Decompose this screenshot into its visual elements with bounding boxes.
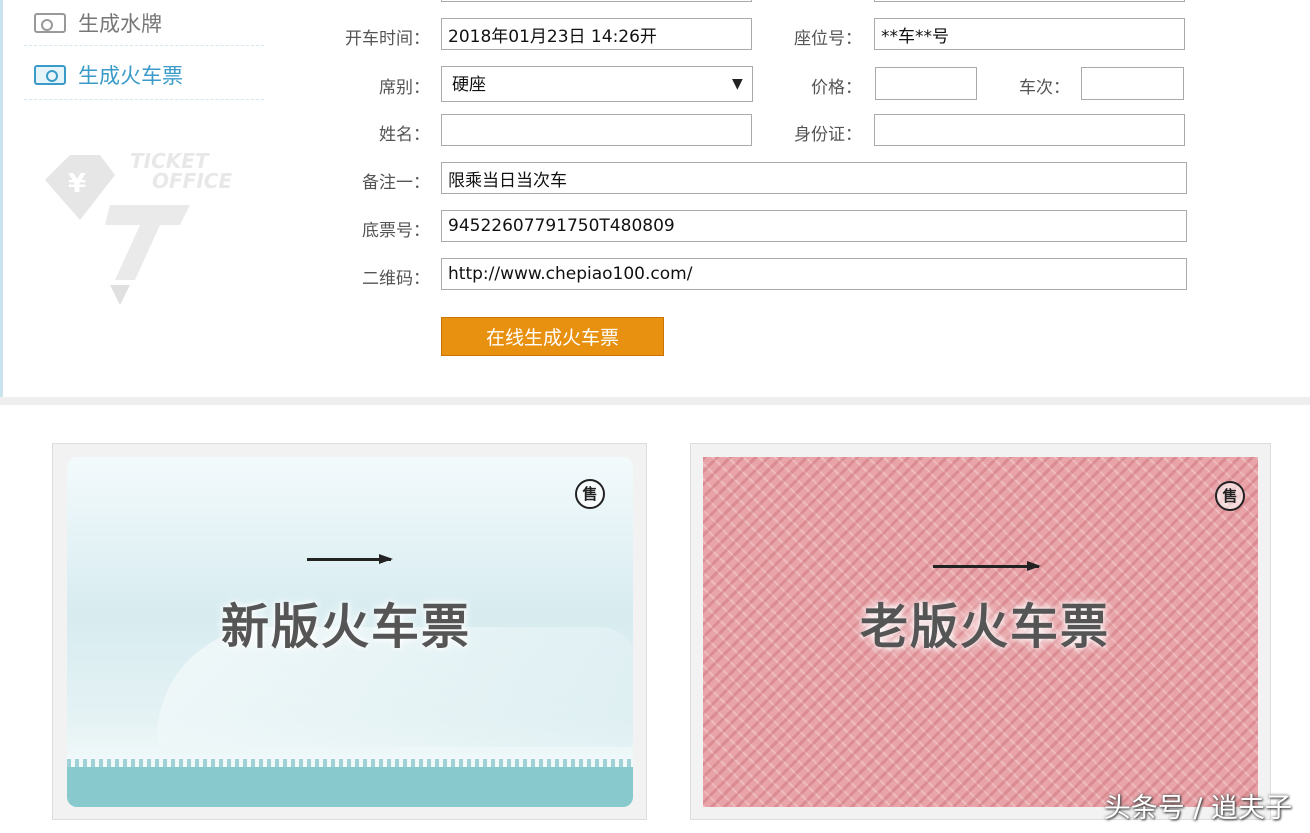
train-no-label: 车次： <box>1019 78 1070 98</box>
hidden-field-top-right[interactable] <box>874 0 1185 2</box>
sell-mark-icon: 售 <box>1215 481 1245 511</box>
generate-ticket-button[interactable]: 在线生成火车票 <box>441 317 664 356</box>
id-card-label: 身份证： <box>794 125 862 145</box>
watermark-text: 头条号 / 逍夫子 <box>1103 793 1292 824</box>
arrow-icon <box>933 561 1041 571</box>
ticket-base-no-input[interactable] <box>441 210 1187 242</box>
section-divider <box>0 397 1310 405</box>
new-ticket-title: 新版火车票 <box>221 599 472 655</box>
arrow-icon <box>307 554 393 564</box>
seat-class-value: 硬座 <box>452 75 486 95</box>
ticket-dot-strip <box>67 759 633 767</box>
old-ticket-card[interactable]: 售 老版火车票 <box>690 443 1271 820</box>
new-ticket-image: 售 新版火车票 <box>67 457 633 807</box>
watermark-icon <box>34 12 66 33</box>
depart-time-label: 开车时间： <box>345 29 430 49</box>
note1-label: 备注一： <box>362 173 430 193</box>
hidden-field-top-left[interactable] <box>441 0 752 2</box>
logo-text-line2: OFFICE <box>152 169 232 193</box>
qr-code-label: 二维码： <box>362 269 430 289</box>
logo-symbol: ¥ <box>68 169 86 199</box>
sidebar-item-label: 生成火车票 <box>78 63 183 88</box>
sell-mark-icon: 售 <box>575 479 605 509</box>
sidebar-item-label: 生成水牌 <box>78 11 162 36</box>
id-card-input[interactable] <box>874 114 1185 146</box>
old-ticket-image: 售 老版火车票 <box>703 457 1258 807</box>
price-label: 价格： <box>811 78 862 98</box>
seat-no-input[interactable] <box>874 18 1185 50</box>
train-no-input[interactable] <box>1081 67 1184 100</box>
name-input[interactable] <box>441 114 752 146</box>
sidebar-item-ticket[interactable]: 生成火车票 <box>24 50 264 100</box>
seat-class-select[interactable]: 硬座 <box>441 66 753 102</box>
seat-class-label: 席别： <box>379 78 430 98</box>
ticket-base-no-label: 底票号： <box>362 221 430 241</box>
depart-time-input[interactable] <box>441 18 752 50</box>
ticket-icon <box>34 64 66 85</box>
seat-no-label: 座位号： <box>794 29 862 49</box>
old-ticket-title: 老版火车票 <box>860 599 1111 655</box>
new-ticket-card[interactable]: 售 新版火车票 <box>52 443 647 820</box>
ticket-office-logo: ¥ TICKET OFFICE <box>40 149 240 310</box>
name-label: 姓名： <box>379 125 430 145</box>
ticket-bottom-band <box>67 767 633 807</box>
sidebar-item-watermark[interactable]: 生成水牌 <box>24 0 264 46</box>
note1-input[interactable] <box>441 162 1187 194</box>
qr-code-input[interactable] <box>441 258 1187 290</box>
chevron-down-icon[interactable]: ▼ <box>732 76 743 92</box>
